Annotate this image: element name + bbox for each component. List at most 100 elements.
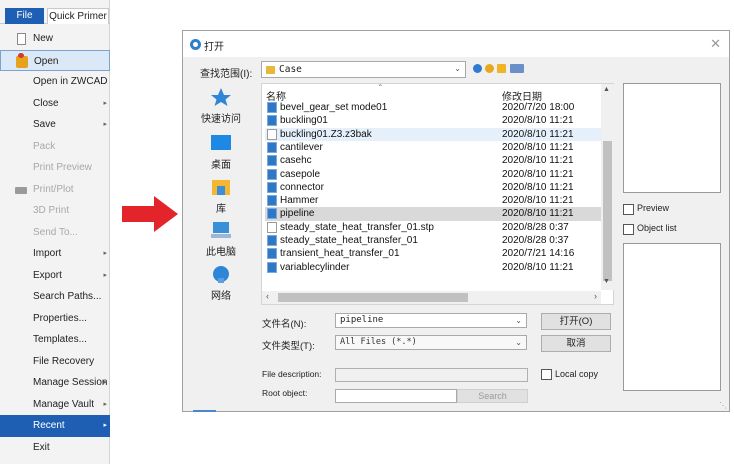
- chevron-down-icon: ⌄: [454, 64, 461, 73]
- menu-item-label: Manage Vault: [33, 398, 94, 410]
- file-list[interactable]: 名称 ⌃ 修改日期 bevel_gear_set mode01 2020/7/20…: [261, 83, 614, 305]
- file-row[interactable]: bevel_gear_set mode01 2020/7/20 18:00: [265, 101, 601, 114]
- local-copy-checkbox[interactable]: [541, 369, 552, 380]
- open-button[interactable]: 打开(O): [541, 313, 611, 330]
- up-folder-icon[interactable]: [485, 64, 494, 73]
- file-row[interactable]: variablecylinder 2020/8/10 11:21: [265, 261, 601, 274]
- part-file-icon: [267, 141, 277, 153]
- resize-grip-icon[interactable]: ⋱: [719, 401, 727, 410]
- menu-item-new[interactable]: New: [0, 28, 110, 50]
- menu-item-search-paths[interactable]: Search Paths...: [0, 286, 110, 308]
- place-label: 库: [216, 204, 226, 215]
- file-name: transient_heat_transfer_01: [280, 248, 400, 260]
- file-row[interactable]: steady_state_heat_transfer_01 2020/8/28 0…: [265, 234, 601, 247]
- close-button[interactable]: ✕: [710, 36, 721, 52]
- menu-item-properties[interactable]: Properties...: [0, 308, 110, 330]
- file-row[interactable]: steady_state_heat_transfer_01.stp 2020/8/…: [265, 221, 601, 234]
- folder-icon: [266, 66, 275, 74]
- menu-item-templates[interactable]: Templates...: [0, 329, 110, 351]
- scroll-up-icon[interactable]: ▲: [603, 86, 610, 93]
- cancel-button[interactable]: 取消: [541, 335, 611, 352]
- file-row[interactable]: transient_heat_transfer_01 2020/7/21 14:1…: [265, 247, 601, 260]
- tab-quick-primer[interactable]: Quick Primer: [47, 8, 109, 24]
- menu-item-manage-session[interactable]: Manage Session ▸: [0, 372, 110, 394]
- object-list-checkbox[interactable]: [623, 224, 634, 235]
- menu-item-label: Templates...: [33, 334, 87, 345]
- star-icon: [211, 88, 231, 106]
- place-libraries[interactable]: 库: [189, 177, 253, 215]
- menu-item-label: Print Preview: [33, 162, 92, 173]
- file-date: 2020/8/10 11:21: [502, 261, 574, 273]
- scrollbar-thumb[interactable]: [278, 293, 468, 302]
- part-file-icon: [267, 261, 277, 273]
- chevron-down-icon: ⌄: [515, 338, 522, 347]
- dialog-title-bar: 打开 ✕: [183, 31, 729, 57]
- scrollbar-thumb[interactable]: [603, 141, 612, 281]
- chevron-down-icon[interactable]: ⌄: [515, 314, 522, 327]
- scroll-left-icon[interactable]: ‹: [266, 291, 269, 301]
- file-name: bevel_gear_set mode01: [280, 102, 388, 113]
- place-this-pc[interactable]: 此电脑: [189, 220, 253, 258]
- menu-item-file-recovery[interactable]: File Recovery: [0, 351, 110, 373]
- printer-icon: [15, 186, 27, 194]
- preview-checkbox[interactable]: [623, 204, 634, 215]
- submenu-arrow-icon: ▸: [103, 121, 107, 128]
- new-folder-icon[interactable]: [497, 64, 506, 73]
- library-icon: [212, 180, 230, 195]
- file-name: casehc: [280, 155, 312, 167]
- menu-item-label: Properties...: [33, 312, 87, 324]
- part-file-icon: [267, 115, 277, 127]
- menu-item-open[interactable]: Open: [0, 49, 110, 71]
- file-row[interactable]: casepole 2020/8/10 11:21: [265, 168, 601, 181]
- menu-item-label: Export: [33, 269, 62, 281]
- application-menu: File Quick Primer New Open Open in ZWCAD Cl…: [0, 0, 110, 464]
- file-date: 2020/8/10 11:21: [502, 128, 574, 140]
- menu-item-close[interactable]: Close ▸: [0, 93, 110, 115]
- part-file-icon: [267, 208, 277, 220]
- file-row[interactable]: connector 2020/8/10 11:21: [265, 181, 601, 194]
- menu-item-exit[interactable]: Exit: [0, 437, 110, 459]
- open-folder-icon: [16, 52, 28, 68]
- vertical-scrollbar[interactable]: ▲ ▼: [601, 84, 614, 290]
- file-row[interactable]: Hammer 2020/8/10 11:21: [265, 194, 601, 207]
- menu-item-manage-vault[interactable]: Manage Vault ▸: [0, 394, 110, 416]
- file-row[interactable]: buckling01 2020/8/10 11:21: [265, 114, 601, 127]
- navigation-toolbar: [473, 64, 533, 76]
- look-in-dropdown[interactable]: Case ⌄: [261, 61, 466, 78]
- file-date: 2020/8/10 11:21: [502, 208, 574, 220]
- menu-item-open-in-zwcad[interactable]: Open in ZWCAD: [0, 71, 110, 93]
- menu-item-recent[interactable]: Recent ▸: [0, 415, 110, 437]
- local-copy-label: Local copy: [555, 369, 599, 379]
- filename-field[interactable]: pipeline ⌄: [335, 313, 527, 328]
- scroll-right-icon[interactable]: ›: [594, 291, 597, 301]
- file-row[interactable]: casehc 2020/8/10 11:21: [265, 154, 601, 167]
- place-desktop[interactable]: 桌面: [189, 133, 253, 171]
- file-row[interactable]: buckling01.Z3.z3bak 2020/8/10 11:21: [265, 127, 601, 141]
- menu-item-label: Import: [33, 248, 62, 259]
- view-menu-icon[interactable]: [510, 64, 524, 73]
- horizontal-scrollbar[interactable]: ‹ ›: [262, 291, 601, 304]
- menu-item-label: Manage Session: [33, 377, 108, 388]
- menu-item-label: File Recovery: [33, 355, 95, 367]
- menu-item-import[interactable]: Import ▸: [0, 243, 110, 265]
- file-date: 2020/7/20 18:00: [502, 102, 575, 113]
- menu-item-export[interactable]: Export ▸: [0, 265, 110, 287]
- file-row[interactable]: cantilever 2020/8/10 11:21: [265, 141, 601, 154]
- menu-item-label: Search Paths...: [33, 291, 102, 302]
- file-row[interactable]: pipeline 2020/8/10 11:21: [265, 207, 601, 221]
- root-object-field[interactable]: [335, 389, 457, 403]
- scroll-down-icon[interactable]: ▼: [603, 278, 610, 285]
- file-date: 2020/8/28 0:37: [502, 235, 569, 246]
- place-network[interactable]: 网络: [189, 264, 253, 302]
- menu-item-save[interactable]: Save ▸: [0, 114, 110, 136]
- menu-item-label: 3D Print: [33, 205, 70, 216]
- menu-item-pack: Pack: [0, 136, 110, 158]
- desktop-icon: [211, 135, 231, 150]
- tab-file[interactable]: File: [5, 8, 44, 24]
- place-quick-access[interactable]: 快速访问: [189, 87, 253, 125]
- menu-item-label: Pack: [33, 140, 56, 152]
- back-icon[interactable]: [473, 64, 482, 73]
- file-date: 2020/8/28 0:37: [502, 221, 569, 233]
- blank-file-icon: [267, 128, 277, 140]
- filetype-dropdown[interactable]: All Files (*.*) ⌄: [335, 335, 527, 350]
